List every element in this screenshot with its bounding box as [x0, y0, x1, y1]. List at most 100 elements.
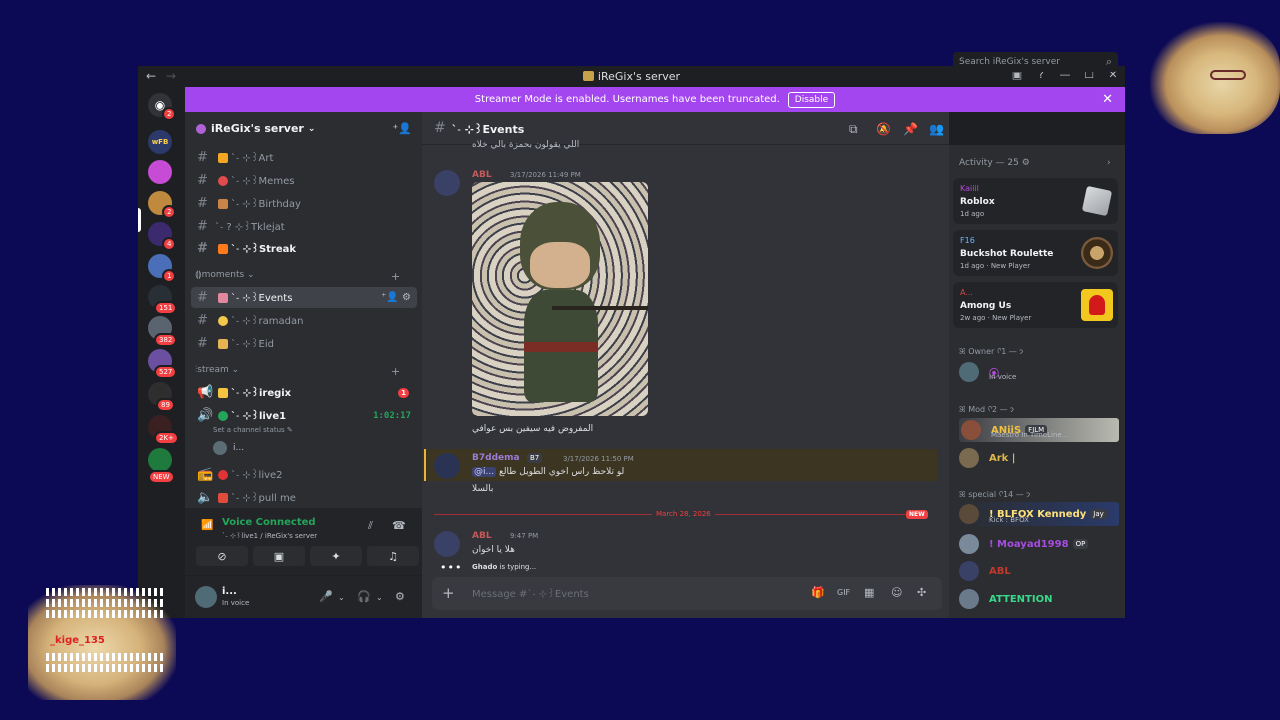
- members-icon[interactable]: 👥: [929, 122, 944, 136]
- member-owner[interactable]: ⦿ In voice: [959, 362, 1016, 382]
- message-text: @i... لو تلاحظ راس اخوي الطويل طالع: [472, 467, 624, 477]
- server-header[interactable]: iReGix's server ⌄ ⁺👤: [185, 112, 422, 145]
- user-panel: i... In voice 🎤 ⌄ 🎧 ⌄ ⚙: [185, 576, 422, 618]
- invite-people-icon[interactable]: ⁺👤: [392, 122, 412, 135]
- activity-game: Roblox: [960, 197, 995, 207]
- member-moayad[interactable]: ! Moayad1998 OP: [959, 534, 1089, 554]
- category-moments[interactable]: ⟬⟭moments ⌄ +: [195, 270, 400, 283]
- add-channel-icon[interactable]: +: [391, 365, 400, 378]
- sticker-icon[interactable]: ▦: [864, 586, 874, 599]
- threads-icon[interactable]: ⧉: [849, 122, 858, 137]
- headphones-icon[interactable]: 🎧: [357, 590, 371, 603]
- activity-card[interactable]: A... Among Us 2w ago · New Player: [953, 282, 1118, 328]
- message-text: اللي يقولون بحمزة بالي خلاه: [472, 140, 580, 150]
- avatar: [213, 441, 227, 455]
- avatar[interactable]: [434, 170, 460, 196]
- glasses-decoration: [1210, 70, 1246, 80]
- soundboard-button[interactable]: ♫: [367, 546, 419, 566]
- channel-status[interactable]: Set a channel status ✎: [213, 426, 293, 434]
- channel-art[interactable]: # ˋ˗ ⊹꒱Art: [191, 147, 417, 168]
- chevron-right-icon[interactable]: ›: [1107, 158, 1111, 168]
- banner-close-icon[interactable]: ✕: [1102, 92, 1113, 107]
- activity-card[interactable]: Kaiiil Roblox 1d ago: [953, 178, 1118, 224]
- member-name: Ark |: [989, 452, 1016, 464]
- activity-card[interactable]: F16 Buckshot Roulette 1d ago · New Playe…: [953, 230, 1118, 276]
- member-blfox[interactable]: ! BLFOX Kennedy Jay Kick : BFOX: [959, 502, 1119, 526]
- disable-button[interactable]: Disable: [787, 91, 836, 108]
- member-name: ABL: [989, 565, 1011, 577]
- server-name: iReGix's server: [211, 122, 304, 135]
- chevron-down-icon[interactable]: ⌄: [376, 593, 383, 602]
- channel-label: ˋ˗ ⊹꒱ramadan: [231, 316, 304, 327]
- voice-user[interactable]: i...: [213, 441, 244, 455]
- gif-icon[interactable]: GIF: [837, 588, 850, 597]
- emoji-icon[interactable]: ☺: [891, 586, 902, 599]
- screen-share-button[interactable]: ▣: [253, 546, 305, 566]
- server-icon-11[interactable]: [148, 448, 172, 472]
- voice-status[interactable]: Voice Connected: [222, 517, 316, 528]
- member-abl[interactable]: ABL: [959, 561, 1011, 581]
- channel-label: ˋ˗ ⊹꒱Events: [231, 293, 293, 304]
- microphone-icon[interactable]: 🎤: [319, 590, 333, 603]
- server-list: ◉ 2 wFB 2 4 1 151 382 527 89 2K+ NEW: [138, 87, 185, 618]
- category-stream[interactable]: ⫶stream ⌄ +: [195, 365, 400, 378]
- image-attachment[interactable]: [472, 182, 648, 416]
- new-badge: NEW: [148, 470, 175, 484]
- server-avatar: [196, 123, 206, 134]
- noise-suppression-icon[interactable]: ⫽: [368, 519, 373, 533]
- add-channel-icon[interactable]: +: [391, 270, 400, 283]
- avatar[interactable]: [434, 531, 460, 557]
- channel-eid[interactable]: # ˋ˗ ⊹꒱Eid: [191, 333, 417, 354]
- search-input[interactable]: Search iReGix's server ⌕: [953, 52, 1118, 72]
- server-badge: 382: [154, 333, 178, 347]
- voice-channel-live1[interactable]: 🔊 ˋ˗ ⊹꒱live1 1:02:17: [191, 405, 417, 426]
- signal-icon: 📶: [201, 520, 214, 531]
- add-attachment-icon[interactable]: +: [442, 584, 455, 602]
- message-composer[interactable]: + Message #ˋ˗ ⊹꒱Events 🎁 GIF ▦ ☺ ✣: [432, 577, 942, 610]
- zigzag-decoration: [46, 664, 164, 672]
- member-attention[interactable]: ATTENTION: [959, 589, 1052, 609]
- server-tag: OP: [1072, 539, 1089, 549]
- member-sub: Maestro In TimeLine...: [991, 431, 1069, 439]
- server-icon-wfb[interactable]: wFB: [148, 130, 172, 154]
- channel-label: ˋ˗ ⊹꒱Memes: [231, 176, 295, 187]
- pin-icon[interactable]: 📌: [903, 122, 918, 136]
- gift-icon[interactable]: 🎁: [811, 586, 825, 599]
- voice-channel-live2[interactable]: 📻 ˋ˗ ⊹꒱live2: [191, 464, 417, 485]
- channel-events[interactable]: # ˋ˗ ⊹꒱Events ⁺👤 ⚙: [191, 287, 417, 308]
- activity-user: F16: [960, 236, 975, 245]
- message-time: 9:47 PM: [510, 532, 539, 540]
- channel-memes[interactable]: # ˋ˗ ⊹꒱Memes: [191, 170, 417, 191]
- member-aniis[interactable]: ANiiS FILM Maestro In TimeLine...: [959, 418, 1119, 442]
- username[interactable]: i...: [222, 586, 237, 597]
- server-badge: 1: [162, 269, 177, 283]
- channel-birthday[interactable]: # ˋ˗ ⊹꒱Birthday: [191, 193, 417, 214]
- home-badge: 2: [162, 107, 177, 121]
- channel-ramadan[interactable]: # ˋ˗ ⊹꒱ramadan: [191, 310, 417, 331]
- apps-icon[interactable]: ✣: [917, 586, 926, 599]
- message-author[interactable]: ABL: [472, 170, 492, 180]
- notification-off-icon[interactable]: 🔕: [876, 122, 891, 136]
- gear-icon[interactable]: ⚙: [395, 590, 405, 603]
- member-ark[interactable]: Ark |: [959, 448, 1015, 468]
- channel-tklejat[interactable]: # ˋ˗ ? ⊹꒱Tklejat: [191, 216, 417, 237]
- user-mention[interactable]: @i...: [472, 467, 497, 477]
- activity-header[interactable]: Activity — 25 ⚙ ›: [959, 158, 1111, 168]
- anime-character-overlay: [1150, 22, 1280, 134]
- avatar[interactable]: [195, 586, 217, 608]
- voice-channel-iregix[interactable]: 📢 ˋ˗ ⊹꒱iregix 1: [191, 382, 417, 403]
- message-author[interactable]: B7ddema: [472, 453, 520, 463]
- camera-button[interactable]: ⊘: [196, 546, 248, 566]
- channel-label: ˋ˗ ⊹꒱Streak: [231, 244, 297, 255]
- disconnect-icon[interactable]: ☎: [392, 519, 406, 532]
- server-icon-2[interactable]: [148, 160, 172, 184]
- voice-location[interactable]: ˋ˗ ⊹꒱live1 / iReGix's server: [222, 530, 317, 540]
- channel-streak[interactable]: # ˋ˗ ⊹꒱Streak: [191, 238, 417, 259]
- avatar[interactable]: [434, 453, 460, 479]
- voice-channel-pull-me[interactable]: 🔈 ˋ˗ ⊹꒱pull me: [191, 487, 417, 508]
- message-author[interactable]: ABL: [472, 531, 492, 541]
- chevron-down-icon[interactable]: ⌄: [338, 593, 345, 602]
- message-input[interactable]: Message #ˋ˗ ⊹꒱Events: [472, 587, 589, 600]
- channel-settings-icon[interactable]: ⁺👤 ⚙: [381, 292, 411, 303]
- activities-button[interactable]: ✦: [310, 546, 362, 566]
